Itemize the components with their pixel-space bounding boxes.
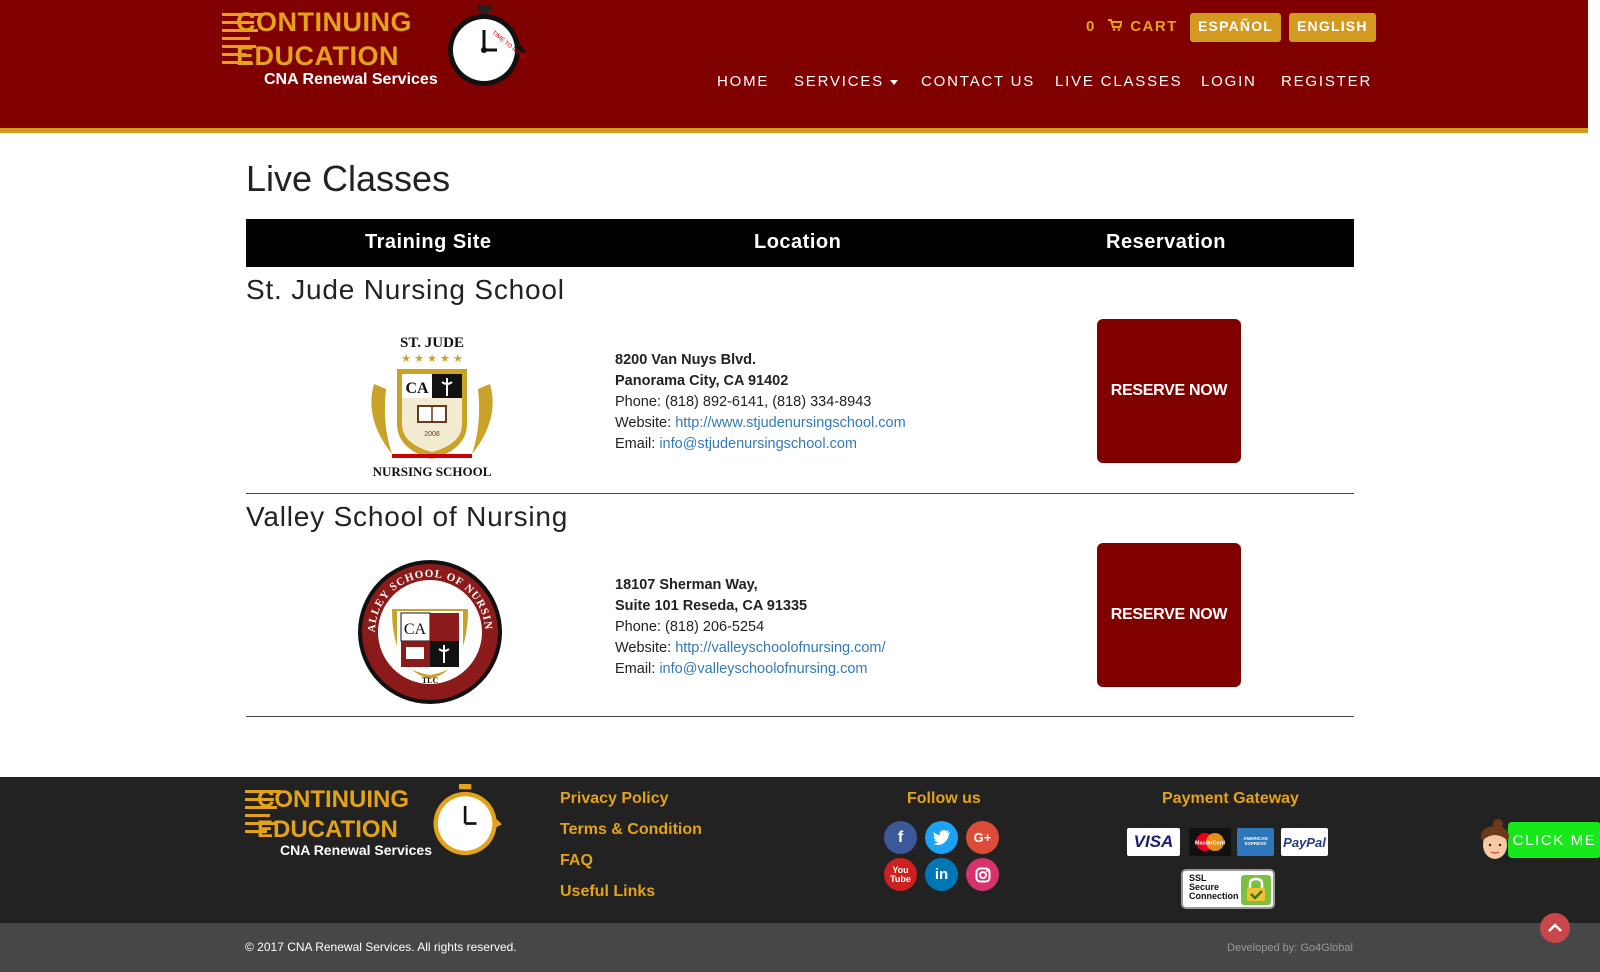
email-row: Email: info@valleyschoolofnursing.com xyxy=(615,661,868,677)
chevron-up-icon xyxy=(1548,923,1562,932)
website-link[interactable]: http://www.stjudenursingschool.com xyxy=(675,415,906,431)
svg-text:★ ★ ★ ★ ★: ★ ★ ★ ★ ★ xyxy=(401,353,463,365)
column-training-site: Training Site xyxy=(365,231,492,253)
nav-services-label: SERVICES xyxy=(794,73,884,90)
cart-label: CART xyxy=(1130,18,1178,35)
site-name: St. Jude Nursing School xyxy=(246,274,565,305)
st-jude-crest-logo: ST. JUDE ★ ★ ★ ★ ★ CA 2008 NURSING SCHOO… xyxy=(371,335,493,479)
page-title: Live Classes xyxy=(246,158,451,199)
copyright-text: © 2017 CNA Renewal Services. All rights … xyxy=(245,940,517,954)
linkedin-icon[interactable]: in xyxy=(925,858,958,891)
lock-icon xyxy=(1241,875,1271,905)
email-link[interactable]: info@valleyschoolofnursing.com xyxy=(659,661,867,677)
phone-value: (818) 892-6141, (818) 334-8943 xyxy=(665,394,872,410)
footer-link-faq[interactable]: FAQ xyxy=(560,852,593,870)
crest-mark: TLC xyxy=(422,676,439,685)
logo-line1: CONTINUING xyxy=(257,786,409,813)
back-to-top-button[interactable] xyxy=(1540,913,1570,943)
site-footer: CONTINUING EDUCATION CNA Renewal Service… xyxy=(0,777,1600,923)
site-address: 18107 Sherman Way, Suite 101 Reseda, CA … xyxy=(615,575,886,680)
website-row: Website: http://valleyschoolofnursing.co… xyxy=(615,640,886,656)
logo-line1: CONTINUING xyxy=(236,7,412,37)
follow-us-title: Follow us xyxy=(907,790,981,807)
crest-top-text: ST. JUDE xyxy=(400,335,464,351)
svg-text:CA: CA xyxy=(405,380,429,397)
nav-services[interactable]: SERVICES xyxy=(794,73,898,90)
valley-school-crest-logo: VALLEY SCHOOL OF NURSING Since 2004 CA T… xyxy=(357,559,502,704)
footer-link-useful-links[interactable]: Useful Links xyxy=(560,883,655,901)
language-espanol-button[interactable]: ESPAÑOL xyxy=(1190,13,1282,42)
website-link[interactable]: http://valleyschoolofnursing.com/ xyxy=(675,640,885,656)
logo-subtitle: CNA Renewal Services xyxy=(280,842,432,858)
row-divider xyxy=(246,716,1354,717)
logo-line2: EDUCATION xyxy=(236,41,399,71)
crest-bottom-text: NURSING SCHOOL xyxy=(373,464,492,479)
column-location: Location xyxy=(754,231,842,253)
site-address: 8200 Van Nuys Blvd. Panorama City, CA 91… xyxy=(615,350,906,455)
address-line-1: 8200 Van Nuys Blvd. xyxy=(615,352,757,368)
nav-login[interactable]: LOGIN xyxy=(1201,73,1257,90)
reserve-now-button[interactable]: RESERVE NOW xyxy=(1097,543,1241,687)
developer-credit[interactable]: Developed by: Go4Global xyxy=(1227,942,1353,954)
payment-gateway-title: Payment Gateway xyxy=(1162,790,1299,807)
reserve-now-button[interactable]: RESERVE NOW xyxy=(1097,319,1241,463)
phone-row: Phone: (818) 892-6141, (818) 334-8943 xyxy=(615,394,872,410)
chevron-down-icon xyxy=(890,79,898,85)
google-plus-icon[interactable]: G+ xyxy=(966,821,999,854)
stopwatch-icon xyxy=(433,784,502,856)
language-english-button[interactable]: ENGLISH xyxy=(1289,13,1376,42)
cart-icon xyxy=(1107,18,1123,35)
address-line-2: Panorama City, CA 91402 xyxy=(615,373,789,389)
instagram-icon[interactable] xyxy=(966,858,999,891)
svg-text:CA: CA xyxy=(404,621,427,638)
cart-link[interactable]: 0 CART xyxy=(1086,18,1178,35)
site-header: CONTINUING EDUCATION CNA Renewal Service… xyxy=(0,0,1588,133)
facebook-icon[interactable]: f xyxy=(884,821,917,854)
chat-avatar-icon xyxy=(1481,819,1509,859)
cart-count: 0 xyxy=(1086,18,1096,35)
address-line-2: Suite 101 Reseda, CA 91335 xyxy=(615,598,808,614)
nav-register[interactable]: REGISTER xyxy=(1281,73,1372,90)
site-name: Valley School of Nursing xyxy=(246,501,569,532)
website-row: Website: http://www.stjudenursingschool.… xyxy=(615,415,906,431)
ssl-secure-badge: SSL Secure Connection xyxy=(1181,869,1275,909)
phone-row: Phone: (818) 206-5254 xyxy=(615,619,765,635)
footer-link-privacy[interactable]: Privacy Policy xyxy=(560,790,669,808)
nav-live-classes[interactable]: LIVE CLASSES xyxy=(1055,73,1183,90)
row-divider xyxy=(246,493,1354,494)
column-reservation: Reservation xyxy=(1106,231,1226,253)
nav-home[interactable]: HOME xyxy=(717,73,769,90)
svg-text:MasterCard: MasterCard xyxy=(1195,841,1225,847)
twitter-icon[interactable] xyxy=(925,821,958,854)
email-row: Email: info@stjudenursingschool.com xyxy=(615,436,858,452)
logo-line2: EDUCATION xyxy=(257,816,398,843)
click-me-button[interactable]: CLICK ME xyxy=(1508,822,1600,858)
visa-icon: VISA xyxy=(1127,828,1180,856)
stopwatch-icon: TIME TO RENEW xyxy=(448,5,526,86)
copyright-bar: © 2017 CNA Renewal Services. All rights … xyxy=(0,923,1600,972)
youtube-icon[interactable]: You Tube xyxy=(884,858,917,891)
crest-year: 2008 xyxy=(424,431,440,438)
footer-logo[interactable]: CONTINUING EDUCATION CNA Renewal Service… xyxy=(245,784,505,862)
footer-link-terms[interactable]: Terms & Condition xyxy=(560,821,702,839)
nav-contact-us[interactable]: CONTACT US xyxy=(921,73,1035,90)
phone-value: (818) 206-5254 xyxy=(665,619,765,635)
mastercard-icon: MasterCard xyxy=(1189,828,1231,856)
amex-icon: AMERICAN EXPRESS xyxy=(1237,828,1274,856)
paypal-icon: PayPal xyxy=(1281,828,1328,856)
table-header: Training Site Location Reservation xyxy=(246,219,1354,267)
logo-subtitle: CNA Renewal Services xyxy=(264,71,438,88)
site-logo[interactable]: CONTINUING EDUCATION CNA Renewal Service… xyxy=(222,5,526,91)
address-line-1: 18107 Sherman Way, xyxy=(615,577,758,593)
email-link[interactable]: info@stjudenursingschool.com xyxy=(659,436,857,452)
